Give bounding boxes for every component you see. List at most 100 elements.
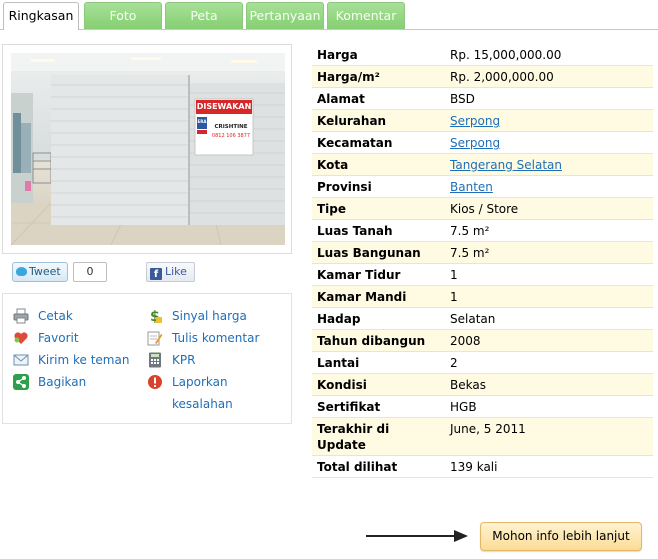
- detail-value: Rp. 2,000,000.00: [445, 65, 653, 88]
- tab-peta[interactable]: Peta: [165, 2, 243, 29]
- sign-phone: 0812 106 3877: [211, 133, 251, 139]
- detail-value: Bekas: [445, 373, 653, 396]
- print-label: Cetak: [38, 309, 73, 323]
- detail-value-link[interactable]: Tangerang Selatan: [450, 158, 562, 172]
- heart-icon: [13, 330, 29, 346]
- report-error-label-line2: kesalahan: [172, 397, 233, 411]
- send-friend-label: Kirim ke teman: [38, 353, 130, 367]
- detail-label: Lantai: [312, 351, 445, 374]
- tab-label: Pertanyaan: [249, 8, 321, 23]
- tab-label: Komentar: [335, 8, 397, 23]
- kpr-link[interactable]: KPR: [147, 352, 195, 368]
- detail-row: Luas Bangunan 7.5 m²: [312, 241, 653, 264]
- tab-komentar[interactable]: Komentar: [327, 2, 405, 29]
- tab-label: Peta: [190, 8, 218, 23]
- detail-row: Kelurahan Serpong: [312, 109, 653, 132]
- arrow-right-icon: [366, 530, 468, 542]
- detail-row: Hadap Selatan: [312, 307, 653, 330]
- warning-icon: [147, 374, 163, 390]
- detail-row: Tahun dibangun 2008: [312, 329, 653, 352]
- detail-row: Kecamatan Serpong: [312, 131, 653, 154]
- detail-row: Kamar Mandi 1: [312, 285, 653, 308]
- detail-label: Terakhir di Update: [312, 417, 445, 456]
- detail-value: 1: [445, 285, 653, 308]
- detail-value: HGB: [445, 395, 653, 418]
- printer-icon: [13, 308, 29, 324]
- detail-value: Selatan: [445, 307, 653, 330]
- detail-value: 139 kali: [445, 455, 653, 478]
- detail-label: Provinsi: [312, 175, 445, 198]
- detail-row: Terakhir di Update June, 5 2011: [312, 417, 653, 456]
- calculator-icon: [147, 352, 163, 368]
- detail-label: Luas Tanah: [312, 219, 445, 242]
- tweet-label: Tweet: [29, 265, 61, 278]
- kpr-label: KPR: [172, 353, 196, 367]
- detail-label: Kondisi: [312, 373, 445, 396]
- detail-label: Tahun dibangun: [312, 329, 445, 352]
- detail-label: Sertifikat: [312, 395, 445, 418]
- price-signal-link[interactable]: $ Sinyal harga: [147, 308, 247, 325]
- write-comment-label: Tulis komentar: [172, 331, 260, 345]
- share-label: Bagikan: [38, 375, 87, 389]
- tab-ringkasan[interactable]: Ringkasan: [3, 2, 79, 30]
- price-signal-label: Sinyal harga: [172, 309, 247, 323]
- detail-row: Kamar Tidur 1: [312, 263, 653, 286]
- detail-value: 2008: [445, 329, 653, 352]
- favorite-link[interactable]: Favorit: [13, 330, 79, 346]
- favorite-label: Favorit: [38, 331, 79, 345]
- detail-row: Harga Rp. 15,000,000.00: [312, 44, 653, 66]
- property-photo-image: [11, 53, 285, 245]
- detail-label: Tipe: [312, 197, 445, 220]
- detail-label: Alamat: [312, 87, 445, 110]
- like-label: Like: [165, 265, 187, 278]
- detail-value-cell: Tangerang Selatan: [445, 153, 653, 176]
- facebook-like-button[interactable]: f Like: [146, 262, 195, 282]
- detail-label: Kota: [312, 153, 445, 176]
- detail-label: Luas Bangunan: [312, 241, 445, 264]
- envelope-icon: [13, 352, 29, 368]
- detail-value-link[interactable]: Serpong: [450, 136, 500, 150]
- detail-value: 7.5 m²: [445, 241, 653, 264]
- detail-row: Tipe Kios / Store: [312, 197, 653, 220]
- detail-value: 2: [445, 351, 653, 374]
- detail-value-cell: Banten: [445, 175, 653, 198]
- share-link[interactable]: Bagikan: [13, 374, 86, 390]
- report-error-link[interactable]: Laporkan kesalahan: [147, 374, 233, 415]
- detail-row: Alamat BSD: [312, 87, 653, 110]
- detail-label: Harga/m²: [312, 65, 445, 88]
- detail-value-link[interactable]: Serpong: [450, 114, 500, 128]
- tweet-count: 0: [73, 262, 107, 282]
- detail-value-link[interactable]: Banten: [450, 180, 493, 194]
- print-link[interactable]: Cetak: [13, 308, 73, 324]
- detail-row: Kota Tangerang Selatan: [312, 153, 653, 176]
- property-details-table: Harga Rp. 15,000,000.00 Harga/m² Rp. 2,000,…: [312, 44, 653, 478]
- dollar-sign-icon: $: [147, 308, 163, 325]
- send-to-friend-link[interactable]: Kirim ke teman: [13, 352, 129, 368]
- detail-label: Kamar Mandi: [312, 285, 445, 308]
- property-photo[interactable]: DISEWAKAN ERA CRISHTINE 0812 106 3877: [11, 53, 285, 245]
- detail-row: Provinsi Banten: [312, 175, 653, 198]
- property-photo-frame: DISEWAKAN ERA CRISHTINE 0812 106 3877: [2, 44, 292, 254]
- report-error-label-line1: Laporkan: [172, 375, 228, 389]
- report-error-text: Laporkan kesalahan: [172, 371, 233, 415]
- tab-label: Foto: [109, 8, 137, 23]
- write-comment-link[interactable]: Tulis komentar: [147, 330, 259, 346]
- facebook-icon: f: [150, 268, 162, 280]
- more-info-button[interactable]: Mohon info lebih lanjut: [480, 522, 642, 551]
- detail-label: Hadap: [312, 307, 445, 330]
- detail-label: Kamar Tidur: [312, 263, 445, 286]
- detail-label: Kecamatan: [312, 131, 445, 154]
- detail-value: 7.5 m²: [445, 219, 653, 242]
- tweet-button[interactable]: Tweet: [12, 262, 68, 282]
- tab-foto[interactable]: Foto: [84, 2, 162, 29]
- detail-row: Total dilihat 139 kali: [312, 455, 653, 478]
- share-icon: [13, 374, 29, 390]
- detail-value: 1: [445, 263, 653, 286]
- tab-pertanyaan[interactable]: Pertanyaan: [246, 2, 324, 29]
- detail-value: Rp. 15,000,000.00: [445, 44, 653, 66]
- detail-value-cell: Serpong: [445, 131, 653, 154]
- tab-label: Ringkasan: [8, 8, 74, 23]
- detail-value-cell: Serpong: [445, 109, 653, 132]
- detail-value: BSD: [445, 87, 653, 110]
- action-panel: Cetak Favorit Kirim ke teman Bagikan $ S…: [2, 293, 292, 424]
